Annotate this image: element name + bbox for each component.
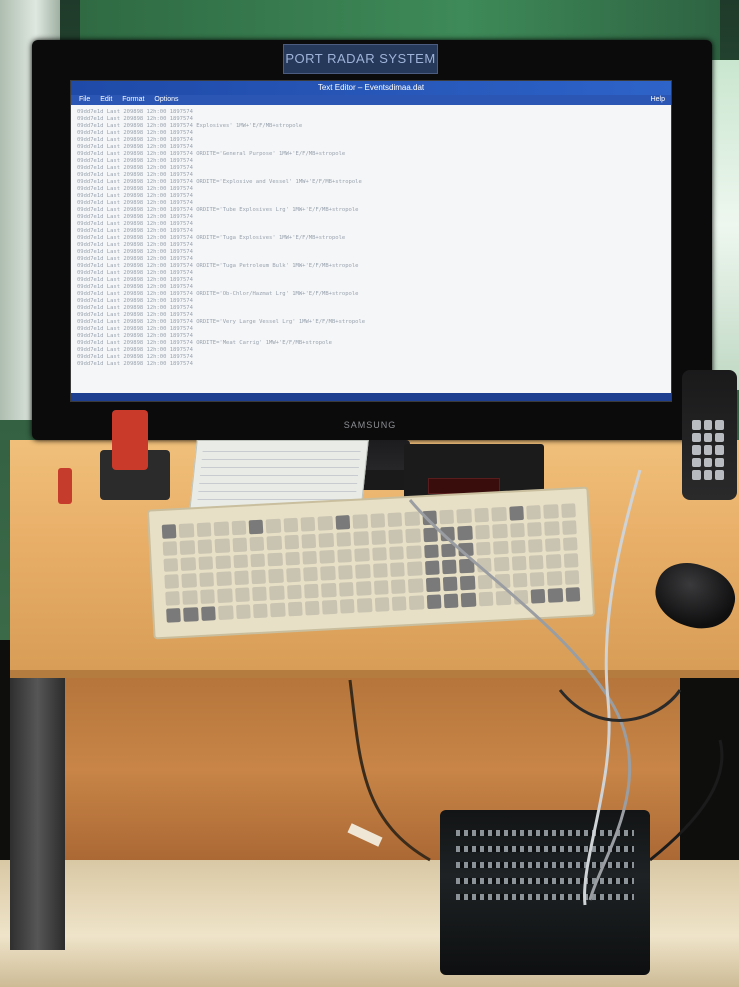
- cable-plug: [347, 823, 383, 847]
- cable-keyboard: [408, 499, 632, 901]
- photo-scene: PORT RADAR SYSTEM Text Editor – Eventsdi…: [0, 0, 739, 987]
- cable-right: [649, 739, 724, 862]
- cable-device: [583, 469, 642, 906]
- cables: [347, 469, 724, 906]
